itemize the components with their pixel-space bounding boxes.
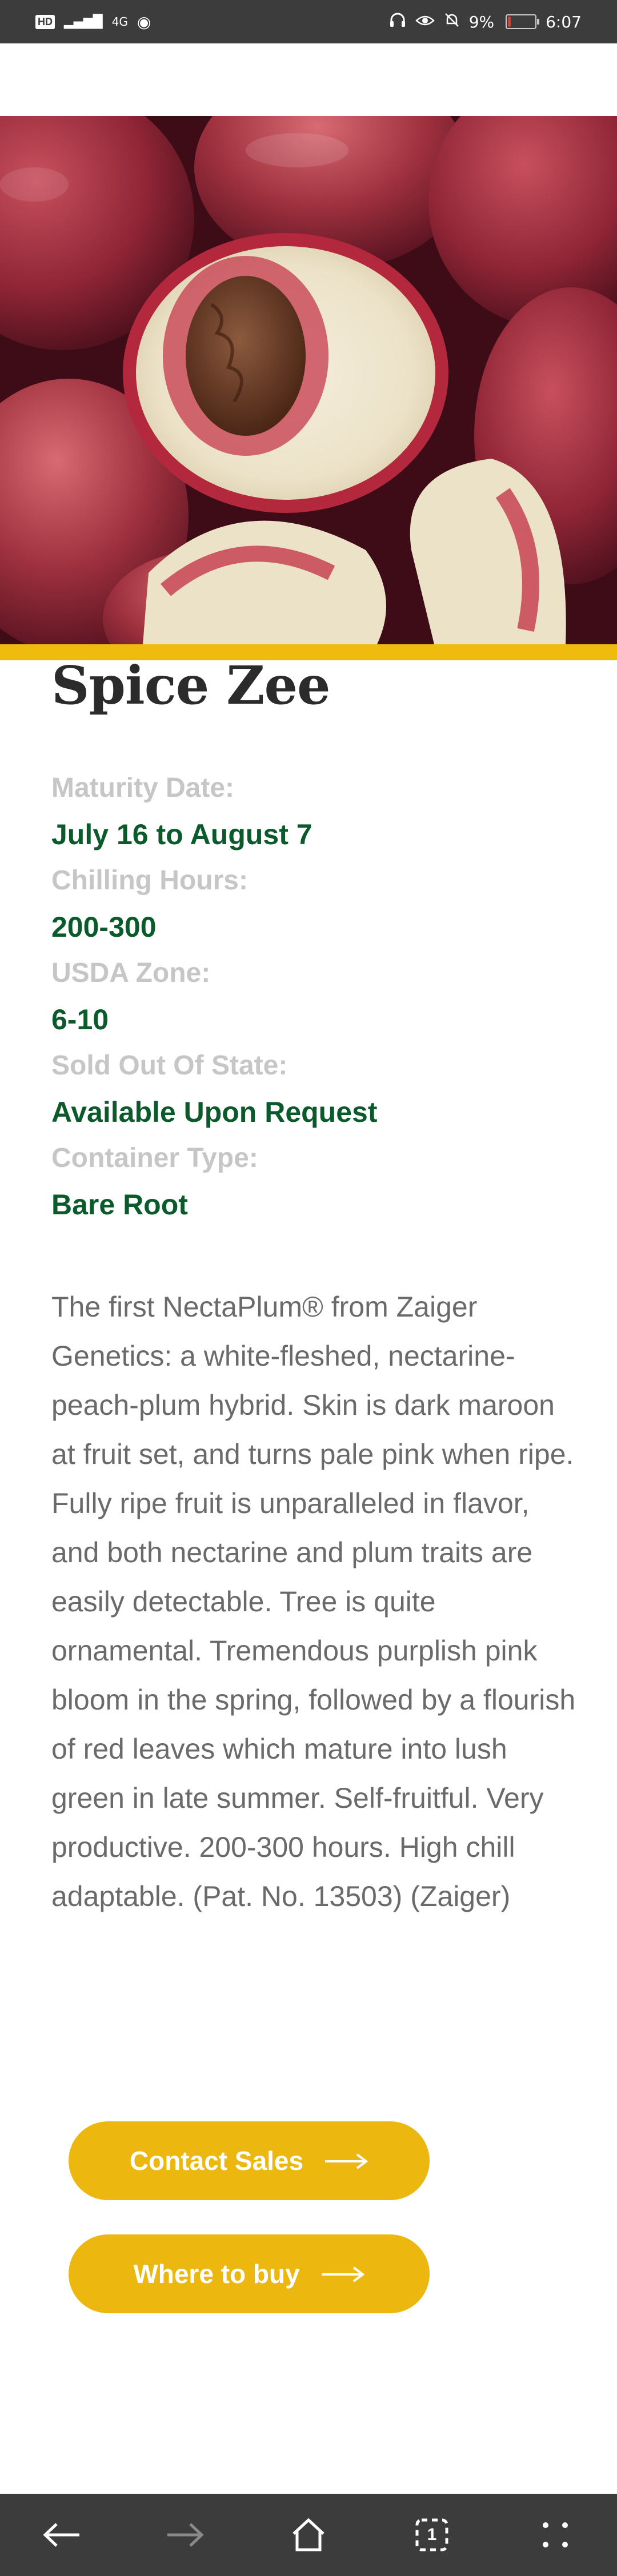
back-arrow-icon <box>43 2523 79 2547</box>
maturity-date-value: July 16 to August 7 <box>51 818 312 850</box>
arrow-right-icon <box>324 2145 368 2176</box>
forward-arrow-icon <box>167 2523 204 2547</box>
usda-zone-value: 6-10 <box>51 1004 109 1036</box>
sold-out-of-state-value: Available Upon Request <box>51 1096 378 1128</box>
container-type-label: Container Type: <box>51 1143 258 1173</box>
usda-zone-label: USDA Zone: <box>51 958 211 988</box>
menu-button[interactable] <box>521 2501 590 2569</box>
status-left: HD ▂▄▆█ 4G ◉ <box>35 13 151 31</box>
battery-icon <box>506 14 540 29</box>
headphones-icon <box>389 12 406 32</box>
clock: 6:07 <box>546 12 582 31</box>
browser-bottom-nav: 1 <box>0 2494 617 2576</box>
arrow-right-icon <box>320 2258 365 2289</box>
product-specs: Maturity Date: July 16 to August 7 Chill… <box>51 765 566 1228</box>
more-dots-icon <box>543 2522 568 2547</box>
eye-icon <box>415 13 435 31</box>
sold-out-of-state-label: Sold Out Of State: <box>51 1050 288 1081</box>
product-description: The first NectaPlum® from Zaiger Genetic… <box>51 1291 576 1912</box>
home-button[interactable] <box>274 2501 343 2569</box>
network-label: 4G <box>111 15 128 29</box>
status-bar: HD ▂▄▆█ 4G ◉ 9% 6:07 <box>0 0 617 43</box>
tabs-button[interactable]: 1 <box>398 2501 466 2569</box>
where-to-buy-button[interactable]: Where to buy <box>69 2234 430 2313</box>
battery-percent: 9% <box>468 12 495 31</box>
back-button[interactable] <box>27 2501 96 2569</box>
signal-icon: ▂▄▆█ <box>64 14 103 29</box>
container-type-value: Bare Root <box>51 1189 188 1221</box>
alarm-off-icon <box>444 12 460 32</box>
contact-sales-button[interactable]: Contact Sales <box>69 2121 430 2200</box>
chilling-hours-value: 200-300 <box>51 911 157 943</box>
home-icon <box>293 2518 324 2551</box>
chilling-hours-label: Chilling Hours: <box>51 865 248 896</box>
product-image <box>0 116 617 644</box>
contact-sales-label: Contact Sales <box>129 2146 304 2176</box>
hd-badge: HD <box>35 14 55 29</box>
where-to-buy-label: Where to buy <box>133 2259 300 2289</box>
product-title: Spice Zee <box>51 655 331 716</box>
vpn-icon: ◉ <box>137 12 151 31</box>
status-right: 9% 6:07 <box>389 12 582 32</box>
maturity-date-label: Maturity Date: <box>51 773 235 803</box>
tab-count: 1 <box>427 2525 437 2544</box>
forward-button[interactable] <box>151 2501 219 2569</box>
